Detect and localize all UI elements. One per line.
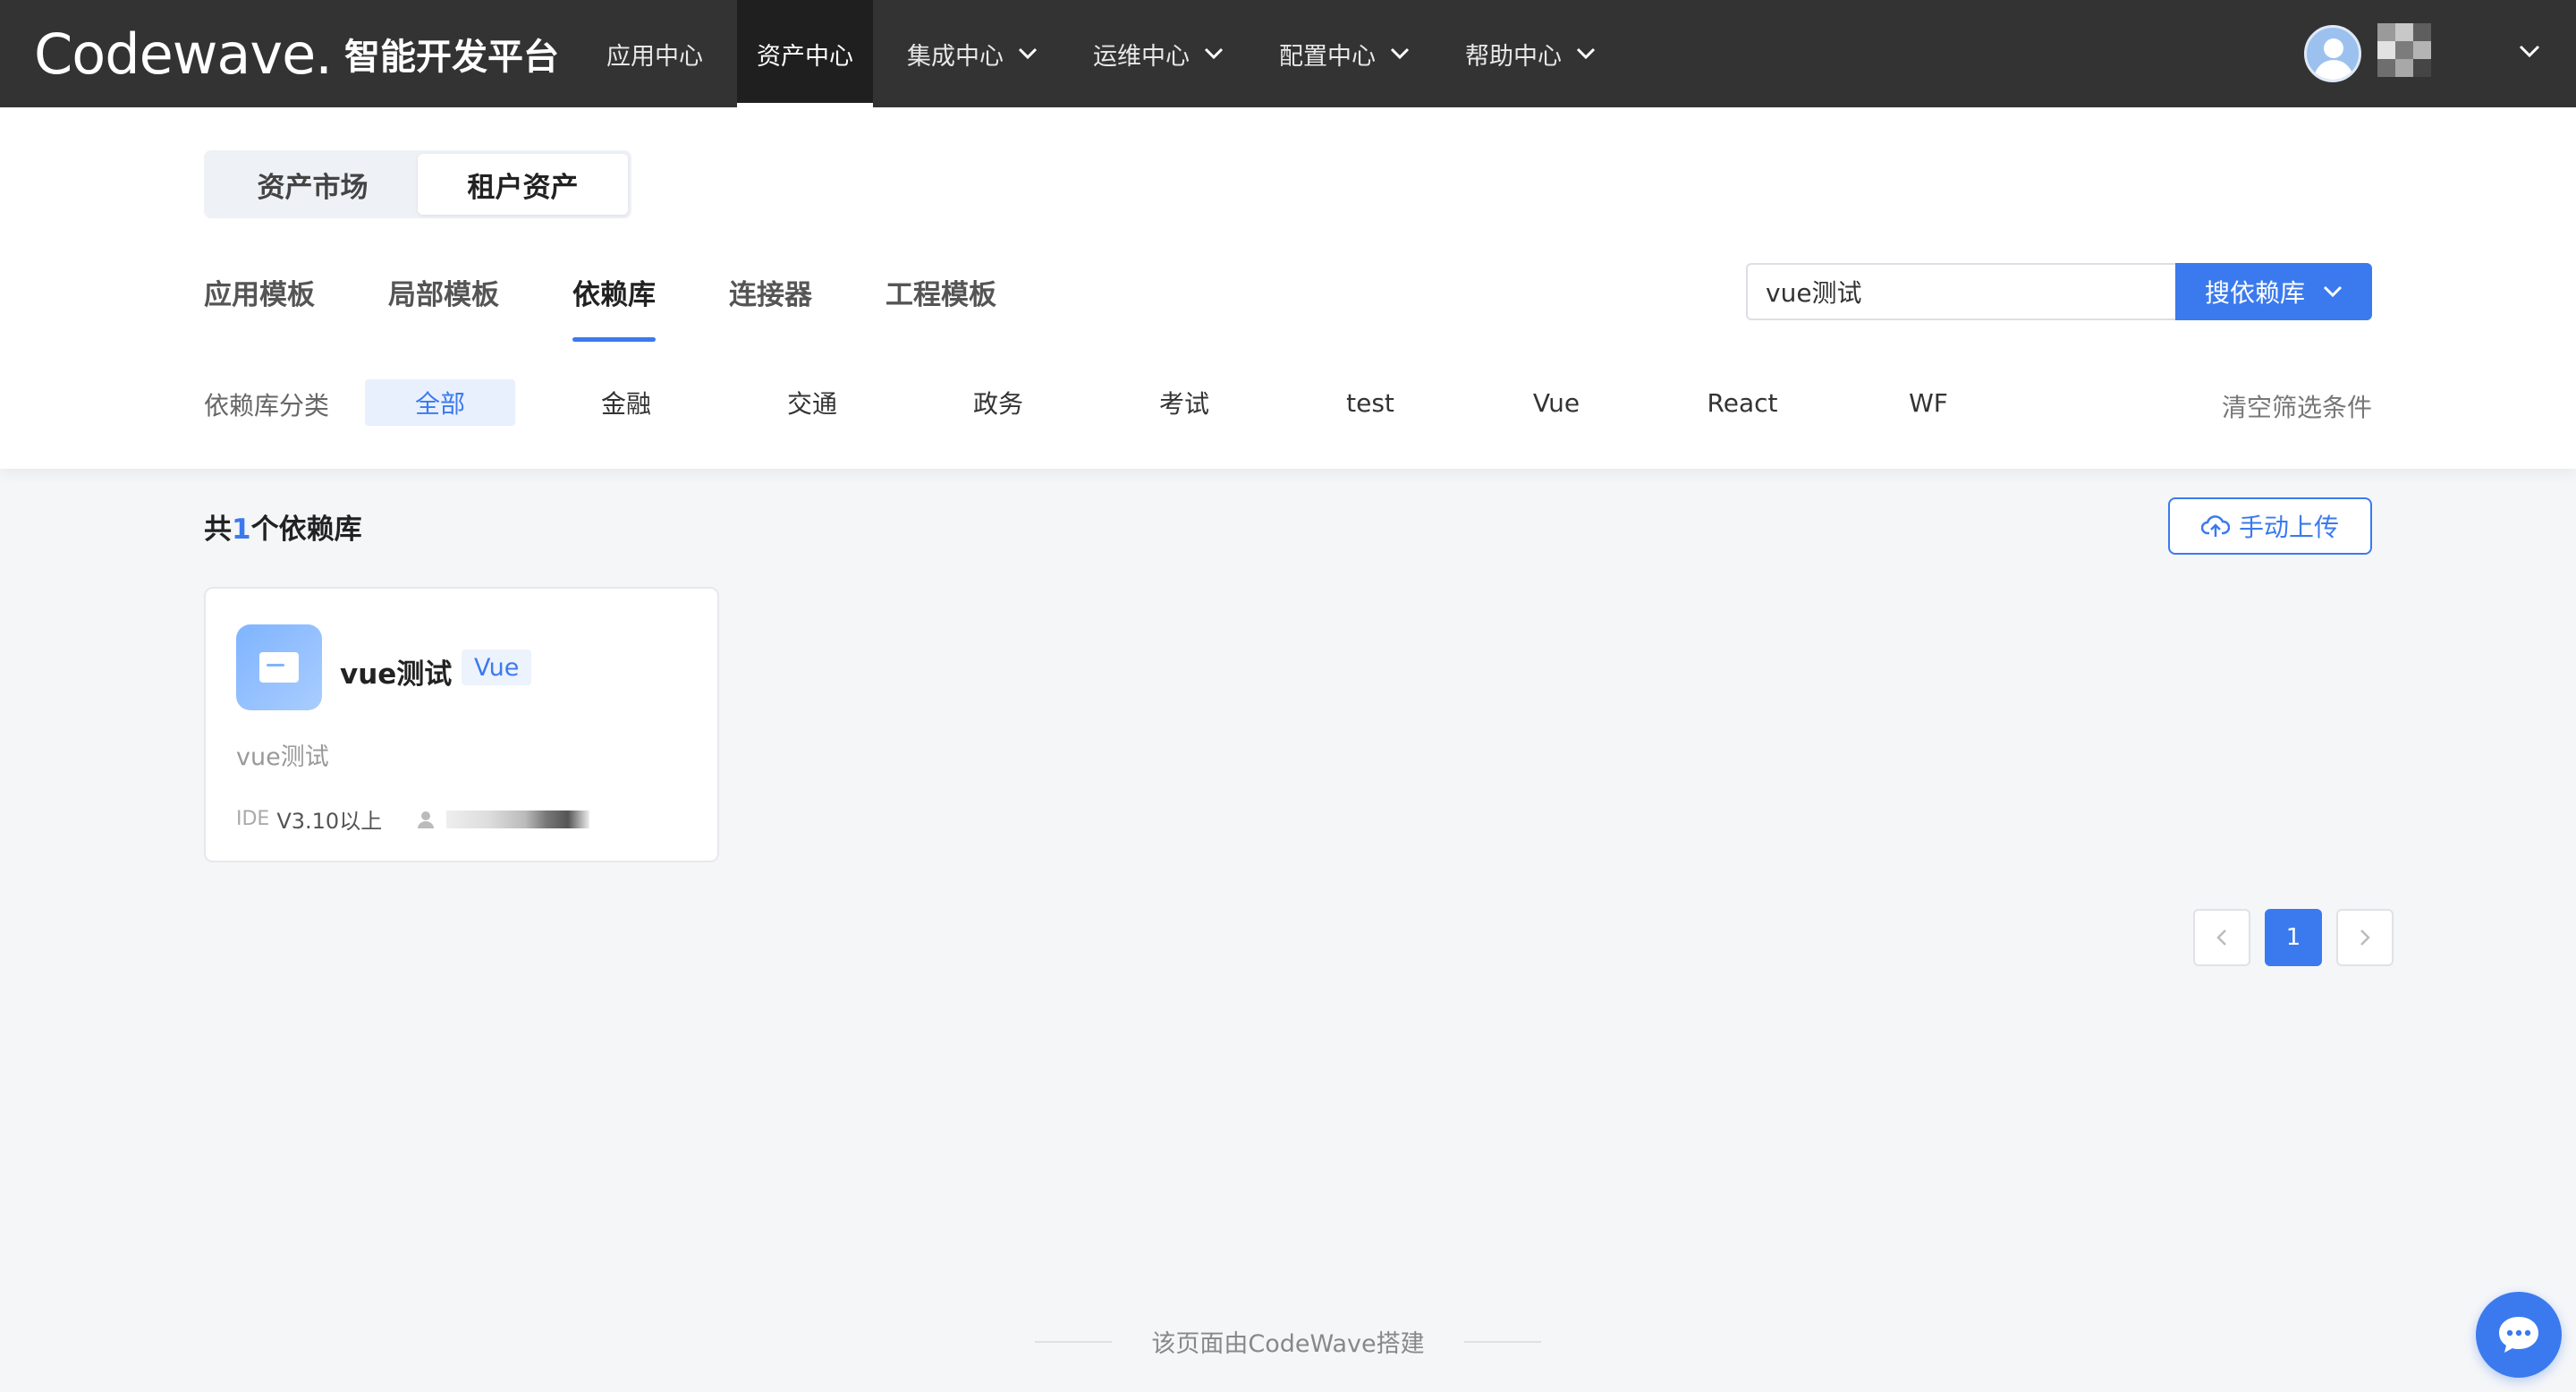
platform-name: 智能开发平台 xyxy=(343,37,559,78)
nav-item-label: 集成中心 xyxy=(907,42,1004,71)
filter-chip-test[interactable]: test xyxy=(1295,379,1445,426)
result-count: 共1个依赖库 xyxy=(204,506,362,547)
card-meta: IDE V3.10以上 xyxy=(236,803,590,835)
folder-icon xyxy=(236,624,322,710)
user-avatar[interactable] xyxy=(2304,25,2361,82)
card-category-tag: Vue xyxy=(462,649,532,685)
filter-chip-all[interactable]: 全部 xyxy=(365,379,515,426)
upload-label: 手动上传 xyxy=(2238,513,2339,542)
nav-item-label: 运维中心 xyxy=(1093,42,1190,71)
nav-item-label: 应用中心 xyxy=(606,42,703,71)
ide-version: V3.10以上 xyxy=(276,809,383,834)
search-button-label: 搜依赖库 xyxy=(2204,278,2305,308)
tab-connectors[interactable]: 连接器 xyxy=(729,268,812,342)
tab-app-templates[interactable]: 应用模板 xyxy=(204,268,315,342)
top-nav-bar: Codewave. 智能开发平台 应用中心 资产中心 集成中心 运维中心 配置中… xyxy=(0,0,2576,107)
author-name-obscured xyxy=(446,810,590,828)
nav-item-config-center[interactable]: 配置中心 xyxy=(1258,0,1431,107)
chevron-down-icon xyxy=(2323,285,2343,298)
nav-item-label: 资产中心 xyxy=(757,42,853,71)
manual-upload-button[interactable]: 手动上传 xyxy=(2168,497,2372,555)
pagination: 1 xyxy=(2193,909,2408,966)
username-obscured[interactable] xyxy=(2377,23,2449,79)
nav-item-label: 配置中心 xyxy=(1279,42,1376,71)
nav-item-ops-center[interactable]: 运维中心 xyxy=(1072,0,1245,107)
next-page-button[interactable] xyxy=(2336,909,2394,966)
chevron-down-icon[interactable] xyxy=(2519,45,2540,59)
category-filter: 依赖库分类 全部 金融 交通 政务 考试 test Vue React WF 清… xyxy=(204,379,2372,426)
cloud-upload-icon xyxy=(2200,515,2230,537)
filter-label: 依赖库分类 xyxy=(204,391,330,420)
card-author xyxy=(416,810,590,829)
footer-divider xyxy=(1035,1340,1113,1343)
prev-page-button[interactable] xyxy=(2193,909,2250,966)
codewave-logo-text: Codewave. xyxy=(34,21,333,87)
nav-item-help-center[interactable]: 帮助中心 xyxy=(1444,0,1617,107)
nav-item-asset-center[interactable]: 资产中心 xyxy=(737,0,873,107)
main-nav: 应用中心 资产中心 集成中心 运维中心 配置中心 帮助中心 xyxy=(585,0,1630,107)
filter-chip-wf[interactable]: WF xyxy=(1853,379,2004,426)
footer-text: 该页面由CodeWave搭建 xyxy=(1151,1330,1425,1358)
chat-support-button[interactable] xyxy=(2476,1292,2562,1378)
chevron-right-icon xyxy=(2360,929,2370,946)
tab-partial-templates[interactable]: 局部模板 xyxy=(388,268,499,342)
footer-divider xyxy=(1463,1340,1541,1343)
filter-chip-react[interactable]: React xyxy=(1667,379,1818,426)
chevron-down-icon xyxy=(1390,47,1410,60)
card-title: vue测试 xyxy=(340,658,453,691)
filter-chip-exam[interactable]: 考试 xyxy=(1109,379,1259,426)
search-input[interactable] xyxy=(1746,263,2177,320)
nav-item-integration-center[interactable]: 集成中心 xyxy=(886,0,1059,107)
filter-chip-transport[interactable]: 交通 xyxy=(737,379,887,426)
count-number: 1 xyxy=(232,514,251,546)
filter-chip-vue[interactable]: Vue xyxy=(1481,379,1631,426)
nav-item-label: 帮助中心 xyxy=(1465,42,1562,71)
chevron-down-icon xyxy=(1018,47,1038,60)
filter-chip-finance[interactable]: 金融 xyxy=(551,379,701,426)
count-suffix: 个依赖库 xyxy=(250,514,362,546)
chevron-down-icon xyxy=(1576,47,1596,60)
segment-tenant-assets[interactable]: 租户资产 xyxy=(418,154,628,215)
asset-scope-switch: 资产市场 租户资产 xyxy=(204,150,631,218)
filter-chip-government[interactable]: 政务 xyxy=(923,379,1073,426)
asset-type-tabs: 应用模板 局部模板 依赖库 连接器 工程模板 xyxy=(204,268,1070,342)
clear-filters-link[interactable]: 清空筛选条件 xyxy=(2222,388,2372,424)
segment-asset-market[interactable]: 资产市场 xyxy=(208,154,418,215)
user-icon xyxy=(418,811,435,828)
page-footer: 该页面由CodeWave搭建 xyxy=(0,1324,2576,1359)
page-number[interactable]: 1 xyxy=(2265,909,2322,966)
nav-item-app-center[interactable]: 应用中心 xyxy=(585,0,724,107)
chevron-left-icon xyxy=(2216,929,2226,946)
chat-bubble-icon xyxy=(2499,1317,2538,1353)
brand-logo[interactable]: Codewave. 智能开发平台 xyxy=(34,20,559,88)
tab-project-templates[interactable]: 工程模板 xyxy=(886,268,996,342)
tab-dependency-library[interactable]: 依赖库 xyxy=(572,268,656,342)
search-type-button[interactable]: 搜依赖库 xyxy=(2175,263,2372,320)
card-description: vue测试 xyxy=(236,743,329,771)
chevron-down-icon xyxy=(1204,47,1224,60)
library-card[interactable]: vue测试 Vue vue测试 IDE V3.10以上 xyxy=(204,587,719,862)
count-prefix: 共 xyxy=(204,514,232,546)
ide-label: IDE xyxy=(236,808,270,830)
